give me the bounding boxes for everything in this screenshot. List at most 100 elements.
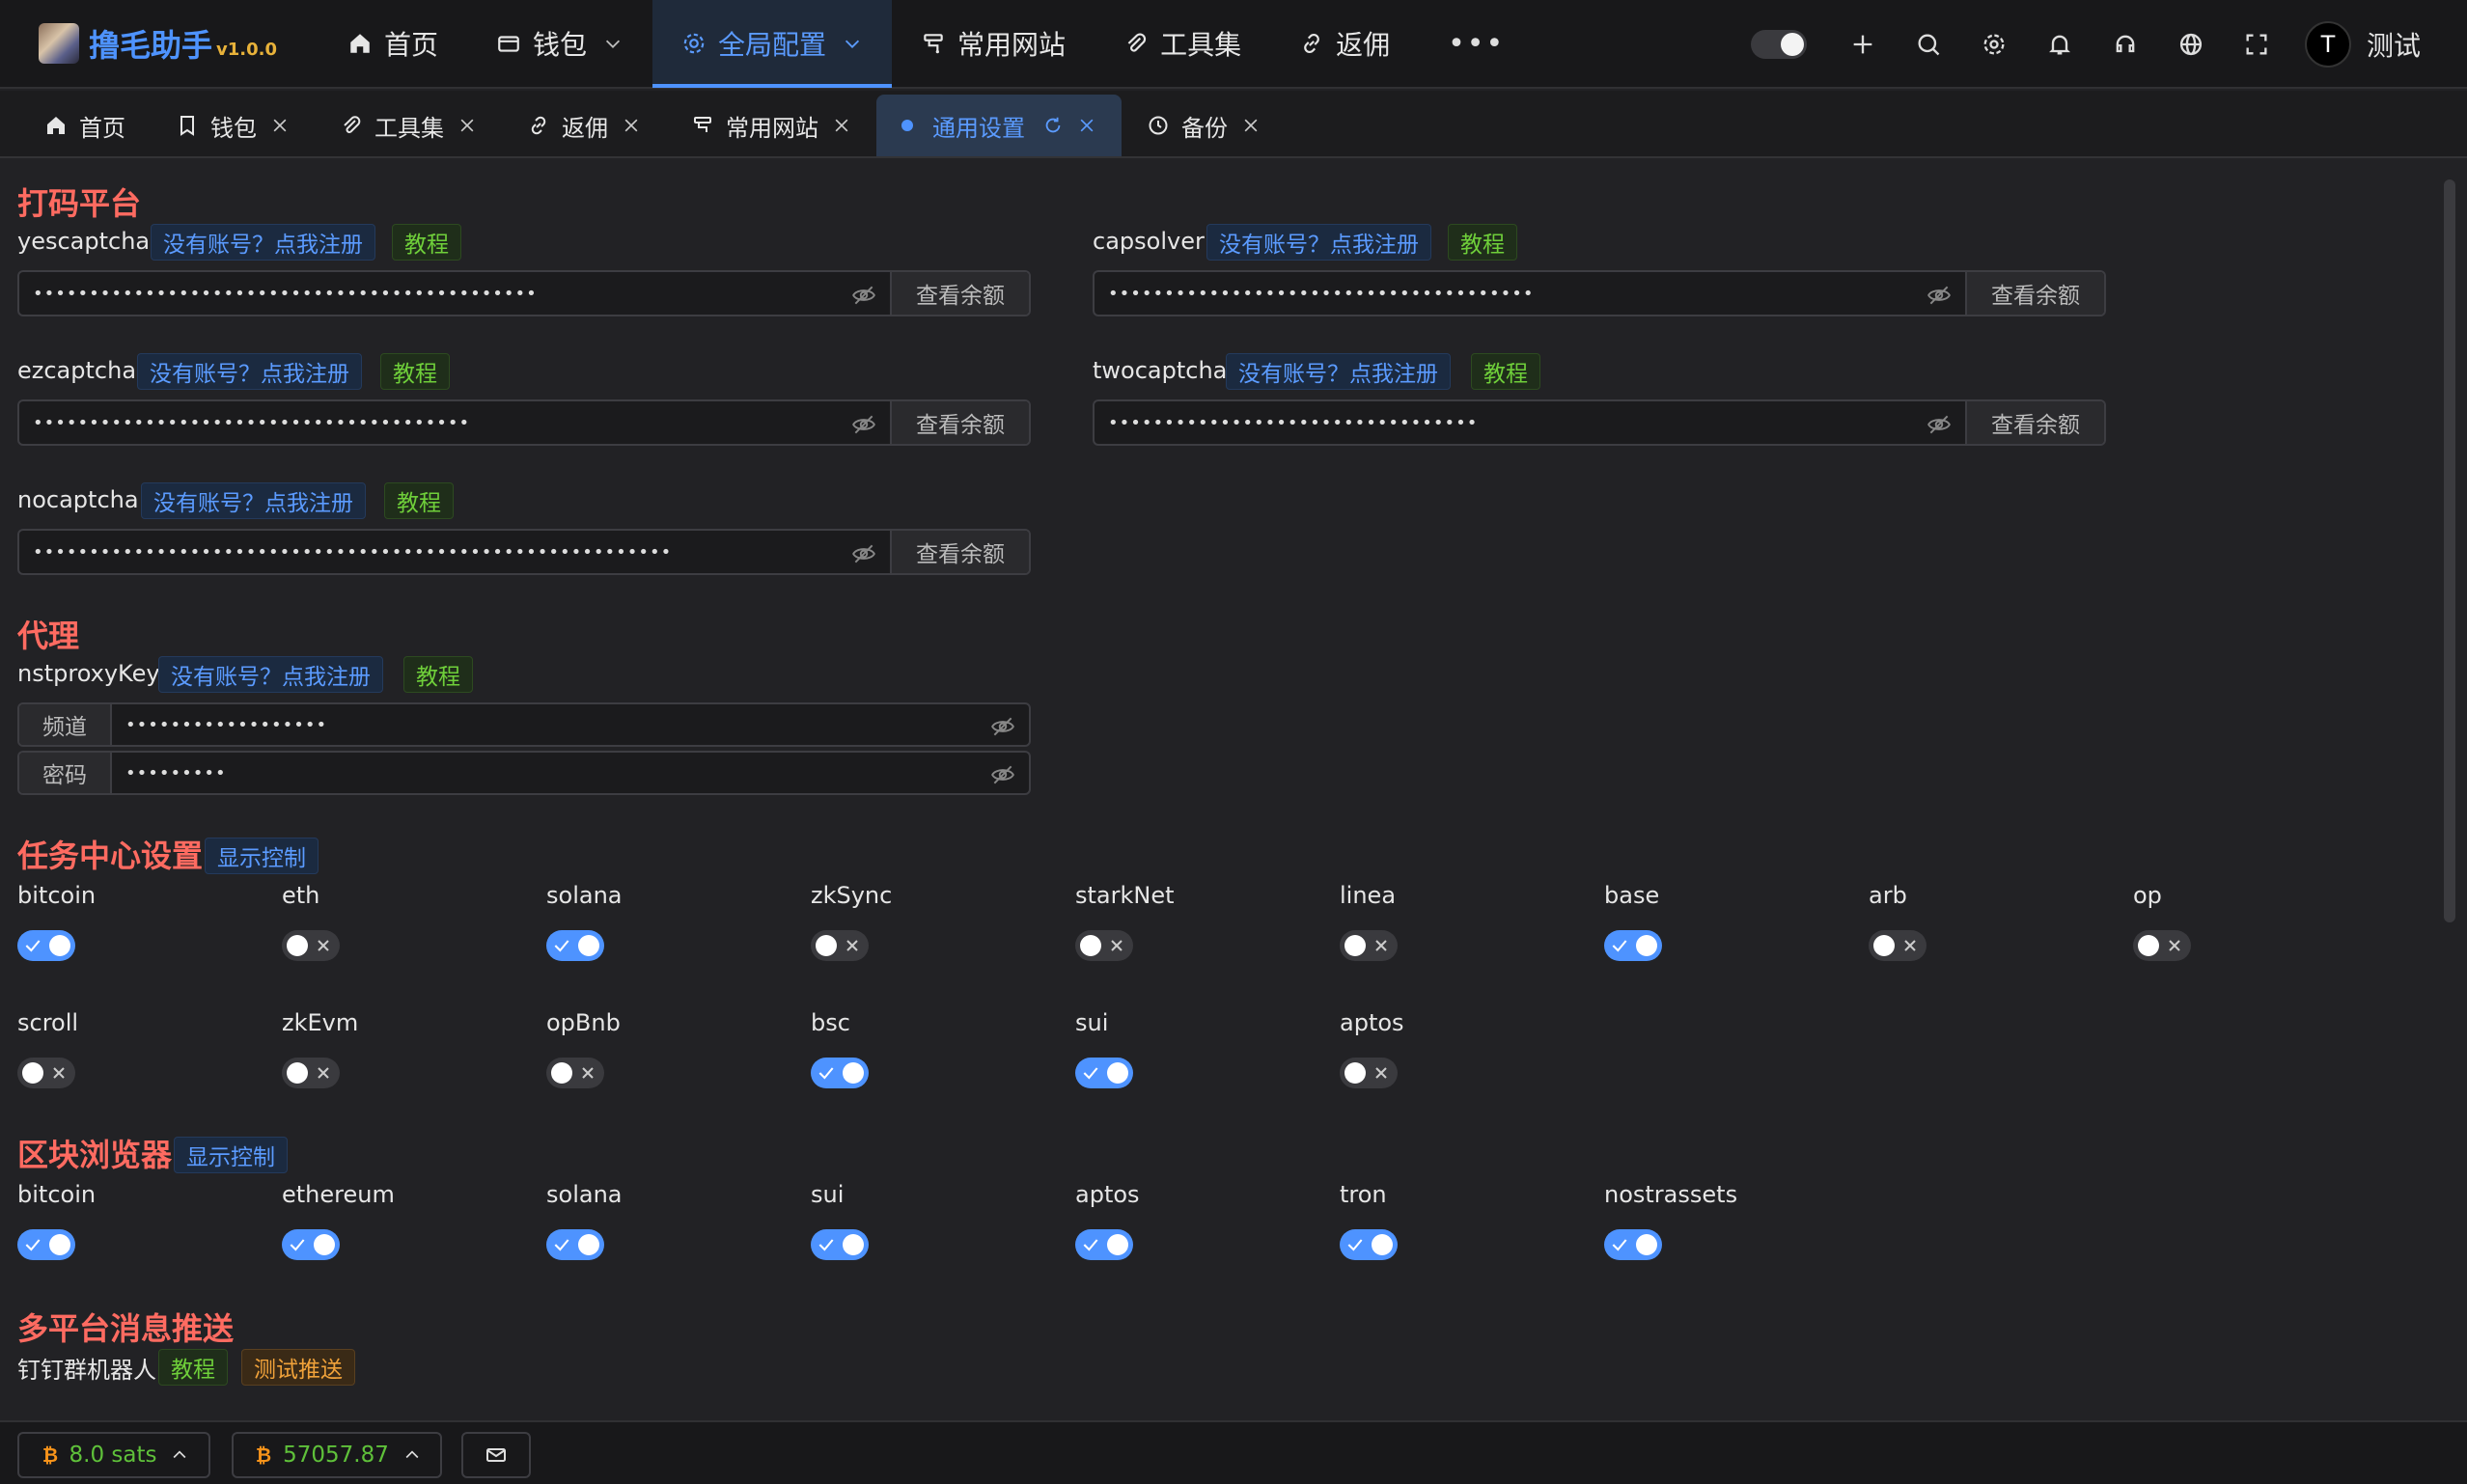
- tutorial-tag[interactable]: 教程: [158, 1349, 228, 1386]
- close-icon[interactable]: [832, 116, 851, 135]
- close-icon[interactable]: [1077, 116, 1096, 135]
- eye-off-icon[interactable]: [990, 762, 1015, 787]
- toggle-switch-opbnb[interactable]: [546, 1058, 604, 1088]
- close-icon[interactable]: [622, 116, 641, 135]
- notifications-button[interactable]: [2027, 0, 2093, 89]
- toggle-switch-linea[interactable]: [1340, 930, 1398, 961]
- close-icon[interactable]: [270, 116, 290, 135]
- eye-off-icon[interactable]: [851, 412, 876, 437]
- close-icon[interactable]: [457, 116, 477, 135]
- eye-off-icon[interactable]: [851, 283, 876, 308]
- register-link[interactable]: 没有账号？点我注册: [1206, 224, 1431, 261]
- close-icon: [846, 940, 858, 951]
- toggle-switch-sui[interactable]: [1075, 1058, 1133, 1088]
- display-control-tag[interactable]: 显示控制: [205, 838, 319, 874]
- toggle-switch-tron[interactable]: [1340, 1229, 1398, 1260]
- tab-backup[interactable]: 备份: [1122, 95, 1286, 156]
- captcha-label-ezcaptcha: ezcaptcha: [17, 357, 137, 384]
- yescaptcha-key-input[interactable]: ••••••••••••••••••••••••••••••••••••••••…: [19, 272, 890, 315]
- toggle-switch-eth[interactable]: [282, 930, 340, 961]
- scrollbar[interactable]: [2444, 179, 2455, 922]
- tab-wallet[interactable]: 钱包: [151, 95, 315, 156]
- check-balance-button[interactable]: 查看余额: [890, 272, 1029, 315]
- toggle-switch-bitcoin[interactable]: [17, 930, 75, 961]
- toggle-switch-arb[interactable]: [1869, 930, 1926, 961]
- language-button[interactable]: [2158, 0, 2224, 89]
- register-link[interactable]: 没有账号？点我注册: [141, 482, 366, 519]
- capsolver-key-input[interactable]: ••••••••••••••••••••••••••••••••••••••: [1095, 272, 1965, 315]
- toggle-label: opBnb: [546, 1009, 621, 1036]
- nocaptcha-key-input[interactable]: ••••••••••••••••••••••••••••••••••••••••…: [19, 531, 890, 573]
- nav-toolset[interactable]: 工具集: [1095, 0, 1270, 88]
- nav-global-config[interactable]: 全局配置: [652, 0, 893, 88]
- toggle-switch-bsc[interactable]: [811, 1058, 869, 1088]
- tutorial-tag[interactable]: 教程: [1448, 224, 1517, 261]
- twocaptcha-key-input[interactable]: •••••••••••••••••••••••••••••••••: [1095, 401, 1965, 444]
- toggle-switch-nostrassets[interactable]: [1604, 1229, 1662, 1260]
- fullscreen-button[interactable]: [2224, 0, 2289, 89]
- toggle-switch-op[interactable]: [2133, 930, 2191, 961]
- nav-wallet[interactable]: 钱包: [467, 0, 652, 88]
- tab-general-settings[interactable]: 通用设置: [876, 95, 1122, 156]
- check-balance-button[interactable]: 查看余额: [890, 401, 1029, 444]
- toggle-switch-base[interactable]: [1604, 930, 1662, 961]
- eye-off-icon[interactable]: [1926, 283, 1952, 308]
- fee-indicator[interactable]: ₿ 8.0 sats: [17, 1432, 210, 1478]
- support-button[interactable]: [2093, 0, 2158, 89]
- toggle-switch-zkevm[interactable]: [282, 1058, 340, 1088]
- masked-value: •••••••••••••••••••••••••••••••••••••••: [33, 412, 471, 433]
- nav-common-sites[interactable]: 常用网站: [892, 0, 1095, 88]
- register-link[interactable]: 没有账号？点我注册: [137, 353, 362, 390]
- tab-home[interactable]: 首页: [19, 95, 151, 156]
- message-button[interactable]: [461, 1432, 531, 1478]
- app-logo[interactable]: 撸毛助手 v1.0.0: [39, 21, 319, 66]
- nav-rebate-label: 返佣: [1336, 29, 1391, 61]
- toggle-switch-bitcoin[interactable]: [17, 1229, 75, 1260]
- toggle-switch-aptos[interactable]: [1340, 1058, 1398, 1088]
- display-control-tag[interactable]: 显示控制: [174, 1137, 288, 1173]
- toggle-switch-aptos[interactable]: [1075, 1229, 1133, 1260]
- proxy-channel-input[interactable]: ••••••••••••••••••: [112, 704, 1029, 745]
- tutorial-tag[interactable]: 教程: [392, 224, 461, 261]
- check-balance-button[interactable]: 查看余额: [890, 531, 1029, 573]
- add-button[interactable]: [1830, 0, 1896, 89]
- eye-off-icon[interactable]: [1926, 412, 1952, 437]
- register-link[interactable]: 没有账号？点我注册: [151, 224, 375, 261]
- test-push-button[interactable]: 测试推送: [241, 1349, 355, 1386]
- eye-off-icon[interactable]: [851, 541, 876, 566]
- tab-common-sites[interactable]: 常用网站: [666, 95, 876, 156]
- tutorial-tag[interactable]: 教程: [380, 353, 450, 390]
- toggle-label: linea: [1340, 882, 1397, 909]
- theme-toggle[interactable]: [1750, 30, 1807, 59]
- register-link[interactable]: 没有账号？点我注册: [158, 656, 383, 693]
- search-button[interactable]: [1896, 0, 1961, 89]
- register-link[interactable]: 没有账号？点我注册: [1226, 353, 1451, 390]
- wallet-icon: [498, 36, 519, 52]
- tutorial-tag[interactable]: 教程: [384, 482, 454, 519]
- toggle-switch-solana[interactable]: [546, 1229, 604, 1260]
- nav-more-button[interactable]: •••: [1419, 0, 1534, 88]
- close-icon[interactable]: [1241, 116, 1261, 135]
- toggle-switch-ethereum[interactable]: [282, 1229, 340, 1260]
- tutorial-tag[interactable]: 教程: [403, 656, 473, 693]
- settings-button[interactable]: [1961, 0, 2027, 89]
- check-balance-button[interactable]: 查看余额: [1965, 272, 2104, 315]
- proxy-password-input[interactable]: •••••••••: [112, 753, 1029, 793]
- nav-rebate[interactable]: 返佣: [1270, 0, 1419, 88]
- user-menu[interactable]: T 测试: [2304, 21, 2421, 68]
- toggle-switch-scroll[interactable]: [17, 1058, 75, 1088]
- ezcaptcha-key-input[interactable]: •••••••••••••••••••••••••••••••••••••••: [19, 401, 890, 444]
- toggle-switch-sui[interactable]: [811, 1229, 869, 1260]
- check-balance-button[interactable]: 查看余额: [1965, 401, 2104, 444]
- eye-off-icon[interactable]: [990, 714, 1015, 739]
- nav-home[interactable]: 首页: [319, 0, 467, 88]
- tab-toolset[interactable]: 工具集: [315, 95, 502, 156]
- btc-price-indicator[interactable]: ₿ 57057.87: [232, 1432, 442, 1478]
- toggle-switch-starknet[interactable]: [1075, 930, 1133, 961]
- refresh-icon[interactable]: [1042, 115, 1064, 136]
- tutorial-tag[interactable]: 教程: [1471, 353, 1540, 390]
- toggle-switch-zksync[interactable]: [811, 930, 869, 961]
- toggle-switch-solana[interactable]: [546, 930, 604, 961]
- tab-rebate[interactable]: 返佣: [502, 95, 666, 156]
- globe-icon: [2179, 33, 2203, 56]
